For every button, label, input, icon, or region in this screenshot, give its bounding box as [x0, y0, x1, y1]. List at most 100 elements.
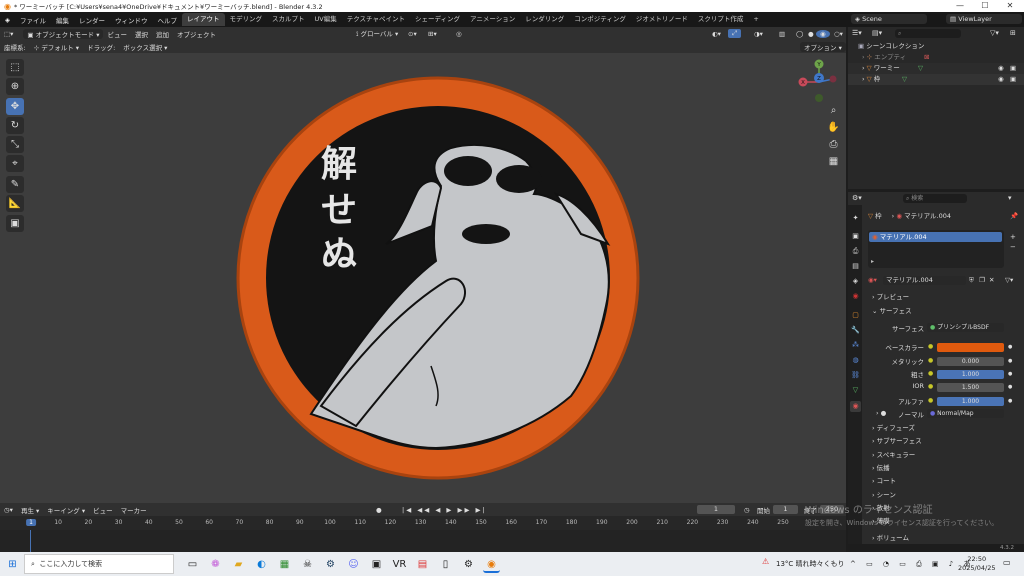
minimize-button[interactable]: — [949, 0, 971, 12]
material-browse-icon[interactable]: ◉▾ [868, 276, 877, 284]
subsection-header[interactable]: › シーン [872, 489, 896, 499]
duplicate-icon[interactable]: ❐ [979, 275, 985, 286]
surface-shader-field[interactable]: ● プリンシプルBSDF [927, 323, 1004, 332]
scene-collection-row[interactable]: ▣ シーンコレクション [848, 41, 1024, 52]
eye-icon[interactable]: ◉ [998, 63, 1004, 74]
outliner-item-frame[interactable]: › ▽ 枠 ▽ ◉ ▣ [848, 74, 1024, 85]
mode-selector[interactable]: ▣ オブジェクトモード ▾ [23, 28, 104, 39]
output-tab-icon[interactable]: ⎙ [850, 246, 861, 257]
properties-editor-icon[interactable]: ⚙▾ [852, 194, 862, 202]
steam-icon[interactable]: ⚙ [322, 556, 339, 573]
tab-geometry-nodes[interactable]: ジオメトリノード [631, 13, 693, 26]
physics-tab-icon[interactable]: ◍ [850, 355, 861, 366]
timeline-editor-icon[interactable]: ◷▾ [0, 506, 17, 514]
rotate-tool[interactable]: ↻ [6, 117, 24, 134]
blender-menu-icon[interactable]: ◈ [0, 16, 15, 24]
document-icon[interactable]: ▯ [437, 556, 454, 573]
windows-start-icon[interactable]: ⊞ [4, 556, 21, 573]
gizmo-toggle-icon[interactable]: ⤢ [728, 29, 742, 38]
eye-icon[interactable]: ◉ [998, 74, 1004, 85]
notifications-icon[interactable]: ▭ [1003, 558, 1011, 567]
coord-selector[interactable]: ⊹ デフォルト ▾ [30, 42, 83, 52]
camera-render-icon[interactable]: ▣ [1010, 74, 1016, 85]
notification-badge-icon[interactable]: ⚠ [762, 557, 769, 566]
transform-orientation-selector[interactable]: ⟟ グローバル ▾ [352, 28, 402, 39]
edge-browser-icon[interactable]: ◐ [253, 556, 270, 573]
scene-tab-icon[interactable]: ◈ [850, 276, 861, 287]
measure-tool[interactable]: 📐 [6, 195, 24, 212]
tab-scripting[interactable]: スクリプト作成 [693, 13, 749, 26]
navigation-gizmo[interactable]: Y X Z [795, 58, 843, 106]
settings-icon[interactable]: ⚙ [460, 556, 477, 573]
pivot-point-icon[interactable]: ⊙▾ [404, 30, 421, 38]
blender-taskbar-icon[interactable]: ◉ [483, 556, 500, 573]
field-value[interactable]: 1.000 [937, 397, 1004, 406]
socket-dot-icon[interactable]: ● [928, 357, 933, 364]
visibility-icon[interactable]: ◐▾ [708, 30, 725, 38]
timeline-view-menu[interactable]: ビュー [89, 505, 117, 515]
material-tab-icon[interactable]: ◉ [850, 401, 861, 412]
tool-tab-icon[interactable]: ✦ [850, 213, 861, 224]
object-tab-icon[interactable]: ▢ [850, 310, 861, 321]
expand-arrow-icon[interactable]: ▸ [871, 258, 874, 265]
add-slot-icon[interactable]: + [1010, 232, 1016, 242]
move-tool[interactable]: ✥ [6, 98, 24, 115]
drag-selector[interactable]: ボックス選択 ▾ [119, 42, 171, 52]
options-button[interactable]: オプション ▾ [800, 41, 846, 52]
subsection-header[interactable]: › 伝播 [872, 462, 890, 472]
tab-uv-editing[interactable]: UV編集 [310, 13, 342, 26]
pin-icon[interactable]: 📌 [1010, 211, 1018, 222]
close-button[interactable]: ✕ [999, 0, 1021, 12]
add-cube-tool[interactable]: ▣ [6, 215, 24, 232]
material-slot-item[interactable]: ◉ マテリアル.004 [869, 232, 1002, 242]
ortho-grid-icon[interactable]: ▦ [826, 154, 841, 169]
gift-icon[interactable]: ▤ [414, 556, 431, 573]
3d-viewport[interactable]: ⬚ ⊕ ✥ ↻ ⤡ ⌖ ✎ 📐 ▣ 解 せ ぬ Y X Z ⌕ ✋ ⎙ ▦ [0, 53, 846, 503]
filter-view-icon[interactable]: ▤▾ [872, 29, 882, 37]
tab-shading[interactable]: シェーディング [410, 13, 465, 26]
normal-expand-icon[interactable]: › ● [876, 409, 886, 417]
weather-text[interactable]: 13°C 晴れ時々くもり [776, 559, 845, 569]
camera-render-icon[interactable]: ▣ [1010, 63, 1016, 74]
modifier-tab-icon[interactable]: 🔧 [850, 325, 861, 336]
keyframe-dot-icon[interactable]: ● [1008, 398, 1012, 404]
view-layer-tab-icon[interactable]: ▤ [850, 261, 861, 272]
snap-icon[interactable]: ⊞▾ [424, 30, 441, 38]
menu-edit[interactable]: 編集 [51, 15, 74, 25]
unlink-icon[interactable]: ✕ [989, 275, 994, 286]
surface-panel-header[interactable]: ⌄ サーフェス [868, 306, 1018, 317]
tab-layout[interactable]: レイアウト [182, 13, 225, 26]
playback-menu[interactable]: 再生 ▾ [17, 505, 43, 515]
socket-dot-icon[interactable]: ● [928, 397, 933, 404]
properties-search-input[interactable]: ⌕ 検索 [903, 194, 967, 203]
particles-tab-icon[interactable]: ⁂ [850, 340, 861, 351]
view-layer-selector[interactable]: ▤ ViewLayer [946, 14, 1022, 24]
world-tab-icon[interactable]: ◉ [850, 291, 861, 302]
tab-sculpt[interactable]: スカルプト [267, 13, 310, 26]
vr-icon[interactable]: VR [391, 556, 408, 573]
outliner-editor-icon[interactable]: ☰▾ [852, 29, 862, 37]
menu-select[interactable]: 選択 [131, 29, 152, 39]
record-icon[interactable]: ● [372, 506, 386, 514]
clock-icon[interactable]: ◷ [740, 506, 754, 514]
badge-object[interactable]: 解 せ ぬ [236, 76, 640, 480]
new-collection-icon[interactable]: ⊞ [1010, 29, 1016, 37]
fake-user-icon[interactable]: ⛨ [969, 275, 974, 286]
tab-modeling[interactable]: モデリング [225, 13, 268, 26]
preview-panel-header[interactable]: › プレビュー [868, 292, 1018, 303]
keying-menu[interactable]: キーイング ▾ [43, 505, 89, 515]
file-explorer-icon[interactable]: ▰ [230, 556, 247, 573]
select-box-tool[interactable]: ⬚ [6, 59, 24, 76]
tab-texture-paint[interactable]: テクスチャペイント [342, 13, 410, 26]
task-view-icon[interactable]: ▭ [184, 556, 201, 573]
keyframe-dot-icon[interactable]: ● [1008, 358, 1012, 364]
constraints-tab-icon[interactable]: ⛓ [850, 370, 861, 381]
current-frame-field[interactable]: 1 [697, 505, 735, 514]
app-window-icon[interactable]: ▣ [368, 556, 385, 573]
marker-menu[interactable]: マーカー [117, 505, 151, 515]
volume-panel-header[interactable]: › ボリューム [868, 533, 1018, 544]
annotate-tool[interactable]: ✎ [6, 176, 24, 193]
menu-object[interactable]: オブジェクト [173, 29, 220, 39]
properties-options-icon[interactable]: ▾ [1008, 194, 1012, 202]
tab-compositing[interactable]: コンポジティング [569, 13, 631, 26]
